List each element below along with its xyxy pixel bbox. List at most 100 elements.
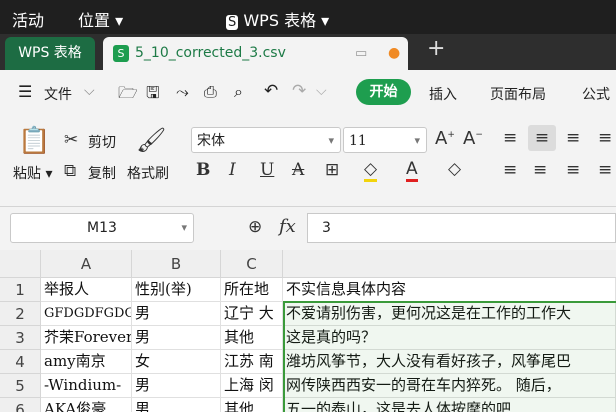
table-cell[interactable]: 男	[132, 302, 221, 326]
table-cell[interactable]: 其他	[221, 326, 283, 350]
table-cell[interactable]: 网传陕西西安一的哥在车内猝死。 随后，	[283, 374, 616, 398]
location-menu[interactable]: 位置 ▾	[78, 7, 123, 31]
activities-button[interactable]: 活动	[12, 7, 44, 31]
column-header[interactable]: B	[132, 250, 221, 278]
table-cell[interactable]: 上海 闵	[221, 374, 283, 398]
fx-icon[interactable]: fx	[279, 216, 296, 237]
font-color-icon[interactable]: A	[406, 159, 418, 182]
align-center-icon[interactable]: ≡	[533, 160, 547, 180]
increase-font-icon[interactable]: A+	[435, 128, 455, 149]
font-name-select[interactable]: 宋体 ▾	[191, 127, 341, 153]
screen-icon[interactable]: ▭	[355, 37, 367, 70]
copy-icon[interactable]: ⧉	[64, 161, 76, 181]
formula-input[interactable]: 3	[307, 213, 616, 243]
app-menu[interactable]: S WPS 表格 ▾	[226, 7, 329, 31]
column-header[interactable]: A	[41, 250, 132, 278]
eraser-icon[interactable]: ◇	[448, 159, 461, 179]
table-cell[interactable]: 男	[132, 398, 221, 412]
table-cell[interactable]: 男	[132, 374, 221, 398]
column-header[interactable]	[283, 250, 616, 278]
bold-icon[interactable]: B	[196, 160, 210, 180]
row-header[interactable]: 1	[0, 278, 41, 302]
fill-color-icon[interactable]: ◇	[364, 159, 378, 182]
scissors-icon[interactable]: ✂	[64, 130, 78, 150]
hamburger-icon[interactable]: ☰	[18, 82, 32, 101]
spreadsheet-grid[interactable]: A B C 1 2 3 4 5 6 举报人 性别(举) 所在地 不实信息具体内容…	[0, 250, 616, 412]
italic-icon[interactable]: I	[229, 160, 236, 180]
table-cell[interactable]: AKA俊豪	[41, 398, 132, 412]
align-left-icon[interactable]: ≡	[503, 160, 517, 180]
row-header[interactable]: 2	[0, 302, 41, 326]
new-tab-button[interactable]: +	[427, 36, 445, 61]
tab-page-layout[interactable]: 页面布局	[490, 84, 546, 104]
table-cell[interactable]: 不实信息具体内容	[283, 278, 616, 302]
print-icon[interactable]: ⎙	[204, 82, 217, 102]
justify-icon[interactable]: ≡	[598, 160, 612, 180]
table-cell[interactable]: 芥茉Forever	[41, 326, 132, 350]
ribbon-toolbar: 📋 粘贴 ▾ ✂ 剪切 ⧉ 复制 🖌 格式刷 宋体 ▾ 11 ▾ A+ A− B…	[0, 116, 616, 207]
table-cell[interactable]: 所在地	[221, 278, 283, 302]
table-cell[interactable]: 潍坊风筝节，大人没有看好孩子，风筝尾巴	[283, 350, 616, 374]
align-middle-icon[interactable]: ≡	[528, 125, 556, 151]
format-painter-button[interactable]: 格式刷	[127, 163, 169, 183]
table-cell[interactable]: 辽宁 大	[221, 302, 283, 326]
border-icon[interactable]: ⊞	[325, 160, 339, 180]
underline-icon[interactable]: U	[260, 160, 274, 180]
zoom-search-icon[interactable]: ⊕	[248, 217, 262, 237]
table-cell[interactable]: GFDGDFGDGI	[41, 302, 132, 326]
name-box[interactable]: M13 ▾	[10, 213, 194, 243]
table-cell[interactable]: 五一的泰山，这是去人体按摩的吧	[283, 398, 616, 412]
undo-icon[interactable]: ↶	[264, 81, 278, 101]
export-icon[interactable]: ⤳	[176, 82, 189, 102]
table-cell[interactable]: 男	[132, 326, 221, 350]
align-bottom-icon[interactable]: ≡	[566, 128, 580, 148]
menu-row: ☰ 文件 ⌵ 🗁 🖫 ⤳ ⎙ ⌕ ↶ ↷ ⌵ 开始 插入 页面布局 公式	[0, 70, 616, 116]
system-top-bar: 活动 位置 ▾ S WPS 表格 ▾	[0, 0, 616, 34]
tab-start[interactable]: 开始	[356, 79, 411, 105]
table-cell[interactable]: 其他	[221, 398, 283, 412]
chevron-down-icon[interactable]: ⌵	[84, 83, 95, 99]
column-header[interactable]: C	[221, 250, 283, 278]
table-cell[interactable]: 性别(举)	[132, 278, 221, 302]
format-painter-icon[interactable]: 🖌	[136, 126, 166, 154]
wrap-icon[interactable]: ≡	[598, 128, 612, 148]
tab-csv-file[interactable]: S 5_10_corrected_3.csv ▭ ●	[103, 37, 408, 70]
tab-insert[interactable]: 插入	[429, 84, 457, 104]
row-header[interactable]: 3	[0, 326, 41, 350]
chevron-down-icon: ▾	[181, 221, 187, 234]
spreadsheet-file-icon: S	[113, 45, 129, 62]
table-cell[interactable]: 女	[132, 350, 221, 374]
paste-button[interactable]: 粘贴 ▾	[13, 163, 52, 183]
decrease-font-icon[interactable]: A−	[463, 128, 483, 149]
tab-file-label: 5_10_corrected_3.csv	[135, 45, 286, 61]
table-cell[interactable]: 不爱请别伤害，更何况这是在工作的工作大	[283, 302, 616, 326]
redo-icon[interactable]: ↷	[292, 81, 306, 101]
table-cell[interactable]: 江苏 南	[221, 350, 283, 374]
font-name-value: 宋体	[197, 133, 225, 149]
row-header[interactable]: 5	[0, 374, 41, 398]
cell-reference: M13	[87, 220, 117, 236]
table-cell[interactable]: 举报人	[41, 278, 132, 302]
wps-sheet-icon: S	[226, 15, 239, 30]
more-icon[interactable]: ⌵	[316, 83, 327, 99]
table-cell[interactable]: -Windium-	[41, 374, 132, 398]
app-menu-label: WPS 表格	[243, 11, 317, 30]
select-all-corner[interactable]	[0, 250, 41, 278]
clipboard-icon[interactable]: 📋	[18, 126, 50, 156]
align-top-icon[interactable]: ≡	[503, 128, 517, 148]
row-header[interactable]: 4	[0, 350, 41, 374]
print-preview-icon[interactable]: ⌕	[234, 82, 243, 102]
row-header[interactable]: 6	[0, 398, 41, 412]
file-menu[interactable]: 文件	[44, 84, 72, 104]
strikethrough-icon[interactable]: A	[292, 160, 304, 180]
tab-formula[interactable]: 公式	[582, 84, 610, 104]
align-right-icon[interactable]: ≡	[566, 160, 580, 180]
cut-button[interactable]: 剪切	[88, 132, 116, 152]
copy-button[interactable]: 复制	[88, 163, 116, 183]
save-icon[interactable]: 🖫	[146, 82, 160, 109]
table-cell[interactable]: 这是真的吗？	[283, 326, 616, 350]
tab-wps-home[interactable]: WPS 表格	[5, 37, 95, 70]
open-folder-icon[interactable]: 🗁	[118, 82, 138, 109]
font-size-select[interactable]: 11 ▾	[343, 127, 427, 153]
table-cell[interactable]: amy南京	[41, 350, 132, 374]
